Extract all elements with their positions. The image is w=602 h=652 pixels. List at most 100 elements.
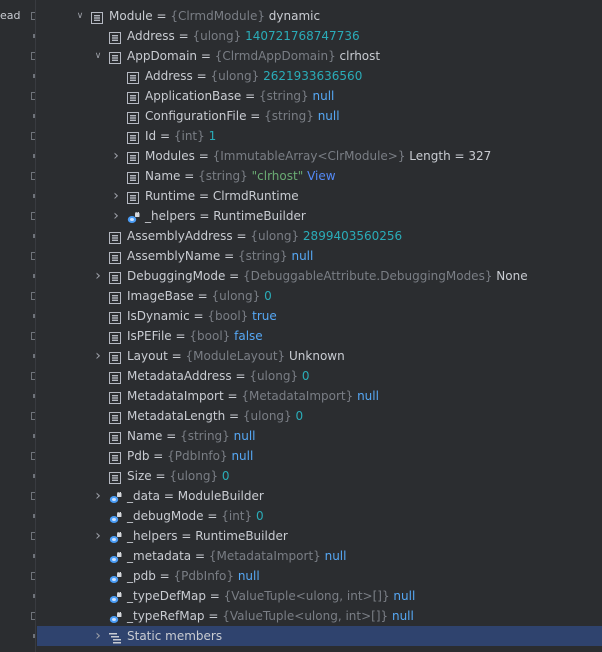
chevron-right-icon[interactable]: › (111, 206, 121, 226)
variable-type: {bool} (189, 329, 235, 343)
field-icon (109, 350, 121, 364)
tree-row[interactable]: IsPEFile = {bool} false (37, 326, 602, 346)
equals-sign: = (246, 109, 265, 123)
chevron-right-icon[interactable]: › (93, 626, 103, 646)
tree-row[interactable]: _metadata = {MetadataImport} null (37, 546, 602, 566)
tree-row[interactable]: ∨ AppDomain = {ClrmdAppDomain} clrhost (37, 46, 602, 66)
tree-row[interactable]: Name = {string} "clrhost" View (37, 166, 602, 186)
tree-row[interactable]: Address = {ulong} 2621933636560 (37, 66, 602, 86)
tree-row[interactable]: _pdb = {PdbInfo} null (37, 566, 602, 586)
variable-type: {int} (221, 509, 256, 523)
tree-row[interactable]: MetadataLength = {ulong} 0 (37, 406, 602, 426)
variable-value: null (391, 609, 414, 623)
variable-value: null (291, 249, 314, 263)
tree-row[interactable]: MetadataAddress = {ulong} 0 (37, 366, 602, 386)
chevron-right-icon[interactable]: › (93, 346, 103, 366)
gutter-mark (31, 412, 35, 420)
field-icon (109, 330, 121, 344)
variable-name: Address (145, 69, 193, 83)
tree-row[interactable]: AssemblyName = {string} null (37, 246, 602, 266)
view-link[interactable]: View (307, 169, 335, 183)
row-text: _debugMode = {int} 0 (127, 506, 264, 526)
variable-name: MetadataAddress (127, 369, 232, 383)
private-field-icon (109, 570, 122, 583)
tree-row[interactable]: ConfigurationFile = {string} null (37, 106, 602, 126)
variable-value: null (312, 89, 335, 103)
variable-type: {ulong} (250, 229, 303, 243)
variable-type: {ulong} (211, 289, 265, 303)
gutter-dot (33, 194, 35, 198)
tree-row[interactable]: Size = {ulong} 0 (37, 466, 602, 486)
variable-value: ClrmdRuntime (212, 189, 299, 203)
left-gutter: ead (0, 0, 36, 652)
gutter-dot (33, 594, 35, 598)
tree-row[interactable]: › Modules = {ImmutableArray<ClrModule>} L… (37, 146, 602, 166)
variable-name: _metadata (127, 549, 192, 563)
variable-type: {string} (237, 249, 292, 263)
variable-name: AssemblyAddress (127, 229, 233, 243)
tree-row[interactable]: › DebuggingMode = {DebuggableAttribute.De… (37, 266, 602, 286)
variable-name: ConfigurationFile (145, 109, 247, 123)
gutter-mark (31, 452, 35, 460)
variable-type: {ulong} (249, 369, 302, 383)
gutter-mark (31, 52, 35, 60)
variable-type: {MetadataImport} (208, 549, 325, 563)
row-text: ApplicationBase = {string} null (145, 86, 334, 106)
equals-sign: = (220, 249, 238, 263)
row-text: Modules = {ImmutableArray<ClrModule>} Le… (145, 146, 491, 166)
tree-row[interactable]: Address = {ulong} 140721768747736 (37, 26, 602, 46)
tree-row[interactable]: _typeRefMap = {ValueTuple<ulong, int>[]}… (37, 606, 602, 626)
equals-sign: = (189, 309, 208, 323)
variable-name: ImageBase (127, 289, 194, 303)
gutter-mark (31, 372, 35, 380)
variable-value: RuntimeBuilder (195, 529, 288, 543)
row-text: IsPEFile = {bool} false (127, 326, 263, 346)
tree-row[interactable]: › _helpers = RuntimeBuilder (37, 206, 602, 226)
field-icon (127, 190, 139, 204)
row-text: Static members (127, 626, 222, 646)
chevron-right-icon[interactable]: › (93, 486, 103, 506)
gutter-dot (33, 474, 35, 478)
chevron-right-icon[interactable]: › (93, 526, 103, 546)
tree-row[interactable]: ∨ Module = {ClrmdModule} dynamic (37, 6, 602, 26)
tree-row[interactable]: ImageBase = {ulong} 0 (37, 286, 602, 306)
gutter-dot (33, 114, 35, 118)
variables-tree[interactable]: ∨ Module = {ClrmdModule} dynamic Address =… (37, 0, 602, 652)
row-text: _typeRefMap = {ValueTuple<ulong, int>[]}… (127, 606, 414, 626)
tree-row[interactable]: › Static members (37, 626, 602, 646)
gutter-mark (31, 212, 35, 220)
variable-name: Static members (127, 629, 223, 643)
tree-row[interactable]: Id = {int} 1 (37, 126, 602, 146)
tree-row[interactable]: › _data = ModuleBuilder (37, 486, 602, 506)
chevron-down-icon[interactable]: ∨ (93, 46, 103, 66)
field-icon (109, 30, 121, 44)
tree-row[interactable]: AssemblyAddress = {ulong} 2899403560256 (37, 226, 602, 246)
private-field-icon (109, 590, 122, 603)
chevron-right-icon[interactable]: › (111, 186, 121, 206)
chevron-right-icon[interactable]: › (111, 146, 121, 166)
row-text: ConfigurationFile = {string} null (145, 106, 340, 126)
variable-value: null (393, 589, 416, 603)
variable-name: _helpers (145, 209, 196, 223)
variable-type: {ulong} (210, 69, 264, 83)
variable-value: 2621933636560 (263, 69, 363, 83)
tree-row[interactable]: IsDynamic = {bool} true (37, 306, 602, 326)
tree-row[interactable]: MetadataImport = {MetadataImport} null (37, 386, 602, 406)
variable-name: AssemblyName (127, 249, 221, 263)
equals-sign: = (225, 409, 243, 423)
variable-value: null (317, 109, 340, 123)
chevron-down-icon[interactable]: ∨ (75, 6, 85, 26)
tree-row[interactable]: › _helpers = RuntimeBuilder (37, 526, 602, 546)
variable-value: false (234, 329, 263, 343)
gutter-label: ead (0, 9, 21, 22)
tree-row[interactable]: Name = {string} null (37, 426, 602, 446)
tree-row[interactable]: Pdb = {PdbInfo} null (37, 446, 602, 466)
tree-row[interactable]: ApplicationBase = {string} null (37, 86, 602, 106)
tree-row[interactable]: _debugMode = {int} 0 (37, 506, 602, 526)
tree-row[interactable]: _typeDefMap = {ValueTuple<ulong, int>[]}… (37, 586, 602, 606)
variable-name: Modules (145, 149, 195, 163)
tree-row[interactable]: › Runtime = ClrmdRuntime (37, 186, 602, 206)
tree-row[interactable]: › Layout = {ModuleLayout} Unknown (37, 346, 602, 366)
variable-name: _data (127, 489, 161, 503)
chevron-right-icon[interactable]: › (93, 266, 103, 286)
